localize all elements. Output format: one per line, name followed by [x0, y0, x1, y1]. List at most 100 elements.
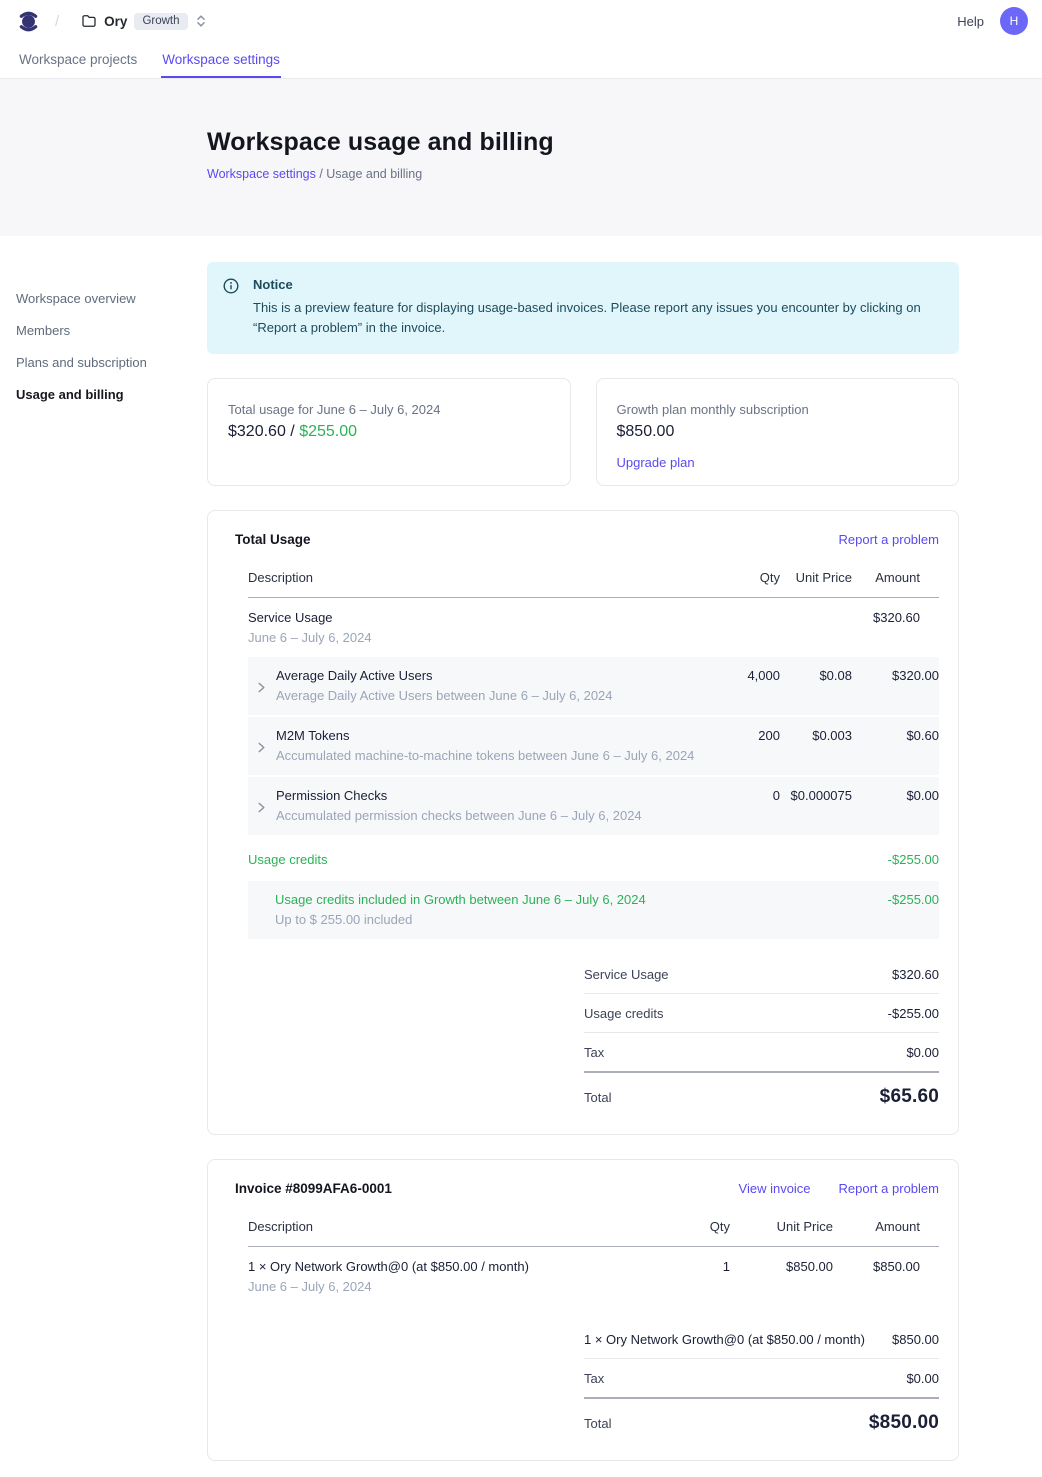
expand-chevron-icon[interactable]: [256, 670, 267, 703]
view-invoice-link[interactable]: View invoice: [739, 1181, 811, 1196]
usage-summary-row: Usage credits-$255.00: [584, 994, 939, 1033]
row-amount: -$255.00: [852, 836, 939, 881]
plan-card-label: Growth plan monthly subscription: [617, 402, 939, 417]
total-usage-card: Total usage for June 6 – July 6, 2024 $3…: [207, 378, 571, 486]
row-subtitle: Accumulated permission checks between Ju…: [276, 808, 642, 823]
usage-row-permission-checks: Permission Checks Accumulated permission …: [248, 776, 939, 836]
usage-summary-row: Tax $0.00: [584, 1033, 939, 1073]
usage-card-value: $320.60 / $255.00: [228, 423, 550, 441]
usage-credit-amount: $255.00: [299, 423, 357, 440]
notice-body: This is a preview feature for displaying…: [253, 298, 941, 338]
total-label: Total: [584, 1416, 611, 1431]
col-description: Description: [248, 1206, 658, 1247]
sidebar-item-usage-and-billing[interactable]: Usage and billing: [16, 385, 191, 404]
breadcrumb: Workspace settings / Usage and billing: [207, 167, 1042, 181]
row-qty: 0: [708, 776, 780, 836]
ory-logo-icon[interactable]: [16, 9, 41, 34]
col-amount: Amount: [833, 1206, 939, 1247]
row-qty: 4,000: [708, 657, 780, 716]
summary-label: Usage credits: [584, 1006, 663, 1021]
col-amount: Amount: [852, 557, 939, 598]
breadcrumb-settings-link[interactable]: Workspace settings: [207, 167, 316, 181]
row-amount: $850.00: [833, 1247, 939, 1307]
summary-label: Tax: [584, 1371, 604, 1386]
report-problem-link[interactable]: Report a problem: [839, 1181, 939, 1196]
tab-workspace-projects[interactable]: Workspace projects: [18, 42, 138, 78]
row-title: 1 × Ory Network Growth@0 (at $850.00 / m…: [248, 1259, 658, 1274]
row-amount: $320.60: [852, 598, 939, 658]
row-subtitle: Average Daily Active Users between June …: [276, 688, 613, 703]
breadcrumb-current: Usage and billing: [326, 167, 422, 181]
row-amount: -$255.00: [852, 881, 939, 940]
col-unit-price: Unit Price: [780, 557, 852, 598]
total-usage-panel: Total Usage Report a problem Description…: [207, 510, 959, 1135]
row-qty: 200: [708, 716, 780, 776]
total-label: Total: [584, 1090, 611, 1105]
page-title: Workspace usage and billing: [207, 128, 1042, 157]
usage-row-usage-credits-included-in-growth-between-june-6-july-6-2024: Usage credits included in Growth between…: [248, 881, 939, 940]
usage-table-header: Description Qty Unit Price Amount: [248, 557, 939, 598]
sidebar-item-workspace-overview[interactable]: Workspace overview: [16, 289, 191, 308]
row-subtitle: June 6 – July 6, 2024: [248, 1279, 658, 1294]
expand-chevron-icon[interactable]: [256, 790, 267, 823]
row-unit-price: [780, 881, 852, 940]
invoice-panel-title: Invoice #8099AFA6-0001: [235, 1181, 392, 1196]
workspace-name: Ory: [104, 14, 127, 29]
workspace-selector[interactable]: Ory Growth: [81, 13, 206, 30]
expand-chevron-icon[interactable]: [256, 730, 267, 763]
row-qty: [708, 881, 780, 940]
sidebar-item-plans-and-subscription[interactable]: Plans and subscription: [16, 353, 191, 372]
plan-badge: Growth: [134, 13, 187, 30]
usage-amount: $320.60: [228, 423, 286, 440]
page-header: Workspace usage and billing Workspace se…: [0, 79, 1042, 236]
plan-card-value: $850.00: [617, 423, 939, 441]
invoice-table: Description Qty Unit Price Amount 1 × Or…: [248, 1206, 939, 1306]
col-qty: Qty: [658, 1206, 730, 1247]
row-amount: $320.00: [852, 657, 939, 716]
info-icon: [223, 278, 239, 338]
row-title: Permission Checks: [276, 788, 642, 803]
usage-summary: Service Usage$320.60Usage credits-$255.0…: [584, 955, 939, 1108]
upgrade-plan-link[interactable]: Upgrade plan: [617, 455, 695, 470]
row-qty: [708, 836, 780, 881]
sidebar-item-members[interactable]: Members: [16, 321, 191, 340]
row-title: M2M Tokens: [276, 728, 694, 743]
top-bar: / Ory Growth Help H: [0, 0, 1042, 42]
row-subtitle: Up to $ 255.00 included: [275, 912, 708, 927]
row-subtitle: June 6 – July 6, 2024: [248, 630, 708, 645]
avatar[interactable]: H: [1000, 7, 1028, 35]
help-link[interactable]: Help: [957, 14, 984, 29]
breadcrumb-separator: /: [316, 167, 326, 181]
row-unit-price: $0.000075: [780, 776, 852, 836]
plan-subscription-card: Growth plan monthly subscription $850.00…: [596, 378, 960, 486]
usage-row-m2m-tokens: M2M TokensAccumulated machine-to-machine…: [248, 716, 939, 776]
row-title: Average Daily Active Users: [276, 668, 613, 683]
summary-label: Service Usage: [584, 967, 669, 982]
usage-row-usage-credits: Usage credits-$255.00: [248, 836, 939, 881]
row-amount: $0.00: [852, 776, 939, 836]
tab-workspace-settings[interactable]: Workspace settings: [161, 42, 281, 78]
summary-value: $850.00: [892, 1332, 939, 1347]
summary-value: $0.00: [906, 1045, 939, 1060]
invoice-summary: 1 × Ory Network Growth@0 (at $850.00 / m…: [584, 1320, 939, 1434]
row-unit-price: [780, 836, 852, 881]
row-unit-price: $0.003: [780, 716, 852, 776]
report-problem-link[interactable]: Report a problem: [839, 532, 939, 547]
row-title: Usage credits included in Growth between…: [275, 892, 708, 907]
total-value: $65.60: [880, 1086, 939, 1108]
workspace-tabs: Workspace projects Workspace settings: [0, 42, 1042, 79]
invoice-summary-row: Tax$0.00: [584, 1359, 939, 1399]
summary-label: Tax: [584, 1045, 604, 1060]
row-title: Service Usage: [248, 610, 708, 625]
chevron-updown-icon: [195, 14, 207, 28]
row-amount: $0.60: [852, 716, 939, 776]
usage-total-row: Total $65.60: [584, 1073, 939, 1108]
usage-summary-row: Service Usage$320.60: [584, 955, 939, 994]
row-qty: [708, 598, 780, 658]
invoice-summary-row: 1 × Ory Network Growth@0 (at $850.00 / m…: [584, 1320, 939, 1359]
col-unit-price: Unit Price: [730, 1206, 833, 1247]
total-value: $850.00: [869, 1412, 939, 1434]
invoice-table-header: Description Qty Unit Price Amount: [248, 1206, 939, 1247]
col-description: Description: [248, 557, 708, 598]
invoice-total-row: Total $850.00: [584, 1399, 939, 1434]
